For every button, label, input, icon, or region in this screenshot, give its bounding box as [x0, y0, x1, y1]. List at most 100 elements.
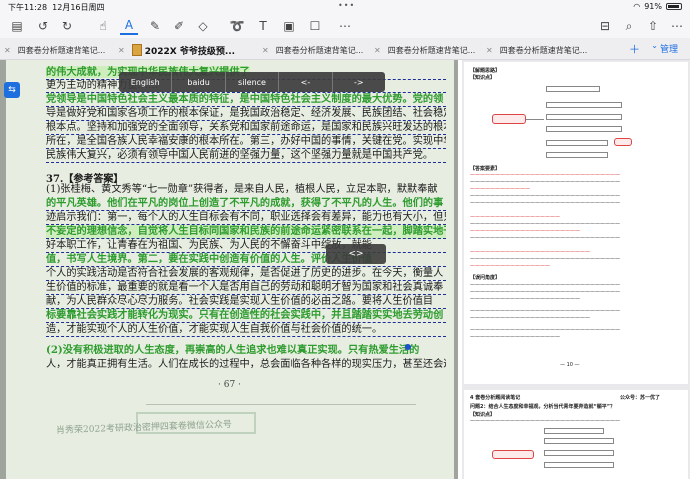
doc-line: 所在，是全国各族人民幸福安康的根本所在。第三，办好中国的事情，关键在党。实现中华 [46, 136, 446, 149]
left-document-pane[interactable]: 的伟大成就，为实现中华民族伟大复兴提供了 更为主动的精神力量…… 党领导是中国特… [0, 60, 458, 479]
right-page-bottom[interactable]: 4 套卷分析题阅读笔记 公众号：苏一优了 问题2：结合人生态度和幸福观，分析当代青… [464, 390, 688, 479]
close-icon[interactable]: ✕ [374, 46, 381, 55]
search-icon[interactable]: ⌕ [620, 17, 638, 35]
undo-icon[interactable]: ↺ [34, 17, 52, 35]
right-text-line: —————————————————————————————— [470, 418, 620, 424]
answer-line: 值，书写人生境界。第二，要在实践中创造有价值的人生。评价人生价值 [46, 253, 446, 267]
mindmap-node [544, 428, 604, 434]
right-page-number: — 10 — [560, 362, 580, 368]
doc-line: 根本点。坚持和加强党的全面领导，关系党和国家前途命运，是国家和民族兴旺发达的根本 [46, 122, 446, 135]
mindmap-node [544, 462, 614, 468]
manage-tabs-button[interactable]: 管理 [660, 42, 678, 55]
popup-silence-button[interactable]: silence [226, 72, 280, 92]
tab-2-active[interactable]: ✕ 2022X 爷爷技级预... [118, 42, 235, 58]
right-text-line: —————————————————————————————— [470, 235, 620, 241]
translate-icon[interactable]: ⇆ [4, 82, 20, 98]
popup-prev-button[interactable]: <- [279, 72, 333, 92]
doc-line: 党领导是中国特色社会主义最本质的特征，是中国特色社会主义制度的最大优势。党的领 [46, 93, 446, 107]
answer-line: 标要靠社会实践才能转化为现实。只有在创造性的社会实践中，并且踏踏实实地去劳动创 [46, 309, 446, 323]
pdf-page[interactable]: 的伟大成就，为实现中华民族伟大复兴提供了 更为主动的精神力量…… 党领导是中国特… [6, 60, 454, 479]
chevron-down-icon[interactable]: ⌄ [651, 41, 658, 50]
right-text-line: —————————————————————————————— [470, 193, 620, 199]
mindmap-node [546, 102, 622, 108]
right-knowledge-title: 【知识点】 [470, 75, 496, 81]
doc-line: 民族伟大复兴，必须有领导中国人民前进的坚强力量，这个坚强力量就是中国共产党。 [46, 149, 446, 163]
status-bar: 下午11:28 12月16日周四 ••• ◠ 91% [0, 0, 690, 14]
right-bottom-question: 问题2：结合人生态度和幸福观，分析当代青年要弃造就“躺平”？ [470, 404, 616, 410]
mindmap-node [544, 438, 614, 444]
answer-line: 个人的实践活动是否符合社会发展的客观规律，是否促进了历史的进步。在今天，衡量人 [46, 267, 446, 281]
answer-line: (2)没有积极进取的人生态度，再崇高的人生追求也难以真正实现。只有热爱生活的 [46, 344, 420, 356]
popup-english-button[interactable]: English [119, 72, 173, 92]
mindmap-root-node [492, 114, 526, 124]
popup-next-button[interactable]: -> [333, 72, 385, 92]
document-tabs: ✕ 四套卷分析题速背笔记... ✕ 2022X 爷爷技级预... ✕ 四套卷分析题速背… [0, 38, 690, 60]
textbox-icon[interactable]: T [254, 17, 272, 35]
bookmark-icon[interactable]: ⊟ [596, 17, 614, 35]
pen-icon[interactable]: ✎ [146, 17, 164, 35]
page-divider [146, 404, 416, 405]
right-page-top[interactable]: 【解题思路】 【知识点】 【答案要素】 ————————————————————… [464, 62, 688, 384]
tab-3[interactable]: ✕ 四套卷分析题速背笔记... [262, 42, 363, 58]
eraser-icon[interactable]: ◇ [194, 17, 212, 35]
shape-icon[interactable]: ☐ [306, 17, 324, 35]
status-right: ◠ 91% [633, 2, 682, 11]
right-text-line: —————————————————— [470, 334, 560, 340]
battery-icon [666, 3, 682, 10]
tab-5[interactable]: ✕ 四套卷分析题速背笔记... [486, 42, 587, 58]
annotation-toolbar: ▤ ↺ ↻ ☝ A ✎ ✐ ◇ ➰ T ▣ ☐ ⋯ ⊟ ⌕ ⇧ ⋯ [0, 14, 690, 38]
right-document-pane[interactable]: 【解题思路】 【知识点】 【答案要素】 ————————————————————… [462, 60, 690, 479]
text-tool-icon[interactable]: A [120, 17, 138, 35]
answer-line: 生价值的标准，最重要的就是看一个人是否用自己的劳动和聪明才智为国家和社会真诚奉 [46, 281, 446, 295]
share-icon[interactable]: ⇧ [644, 17, 662, 35]
lasso-icon[interactable]: ➰ [228, 17, 246, 35]
mindmap-node [546, 114, 622, 120]
more-menu-icon[interactable]: ⋯ [668, 17, 686, 35]
selection-handle[interactable] [405, 344, 411, 350]
right-text-line: —————————————————————————————— [470, 308, 620, 314]
answer-line: (1)张桂梅、黄文秀等“七一勋章”获得者，是来自人民，植根人民，立足本职，默默奉… [46, 184, 438, 195]
mindmap-node [544, 450, 614, 456]
close-icon[interactable]: ✕ [262, 46, 269, 55]
highlighter-icon[interactable]: ✐ [170, 17, 188, 35]
right-text-line: —————————————————————————————— [470, 172, 620, 178]
multitask-dots[interactable]: ••• [338, 1, 355, 10]
answer-line: 好本职工作，让青春在为祖国、为民族、为人民的不懈奋斗中绽放，就能 [46, 239, 446, 253]
right-text-line: —————————————————————————————— [470, 289, 620, 295]
right-text-line: —————————————————————————————— [470, 282, 620, 288]
popup-baidu-button[interactable]: baidu [172, 72, 226, 92]
redo-icon[interactable]: ↻ [58, 17, 76, 35]
code-toggle-button[interactable]: <> [326, 244, 386, 264]
right-bottom-knowledge: 【知识点】 [470, 412, 496, 418]
battery-percent: 91% [644, 2, 662, 11]
more-icon[interactable]: ⋯ [336, 17, 354, 35]
right-text-line: —————————————————————————————— [470, 256, 620, 262]
mindmap-node [546, 86, 600, 92]
right-text-line: —————————————————————————————— [470, 179, 620, 185]
right-text-line: ———————————————— [470, 263, 550, 269]
answer-line: 迹启示我们：第一，每个人的人生目标会有不同，职业选择会有差异，能力也有大小，但只… [46, 212, 446, 225]
translate-popup: English baidu silence <- -> [119, 72, 385, 92]
right-text-line: ———————————————————————— [470, 249, 590, 255]
image-icon[interactable]: ▣ [280, 17, 298, 35]
answer-line: 献，为人民群众尽心尽力服务。社会实践是实现人生价值的必由之路。要将人生价值目 [46, 295, 446, 309]
mindmap-link [526, 119, 544, 120]
doc-line: 导是做好党和国家各项工作的根本保证，是我国政治稳定、经济发展、民族团结、社会稳定… [46, 108, 446, 121]
right-text-line: —————————————————————— [470, 296, 580, 302]
close-icon[interactable]: ✕ [118, 46, 125, 55]
mindmap-node [546, 140, 608, 146]
sidebar-icon[interactable]: ▤ [8, 17, 26, 35]
close-icon[interactable]: ✕ [486, 46, 493, 55]
tab-1[interactable]: ✕ 四套卷分析题速背笔记... [4, 42, 105, 58]
right-bottom-header: 4 套卷分析题阅读笔记 公众号：苏一优了 [470, 395, 661, 401]
tab-4[interactable]: ✕ 四套卷分析题速背笔记... [374, 42, 475, 58]
answer-line: 不妄定的理想信念，自觉将人生目标同国家和民族的前途命运紧密联系在一起，脚踏实地干 [46, 225, 446, 239]
right-text-line: —————————————————————————————— [470, 221, 620, 227]
mindmap-highlight-node [614, 138, 632, 146]
pointer-icon[interactable]: ☝ [94, 17, 112, 35]
close-icon[interactable]: ✕ [4, 46, 11, 55]
add-tab-icon[interactable]: ＋ [629, 41, 640, 57]
answer-line: 的平凡英雄。他们在平凡的岗位上创造了不平凡的成就，获得了不平凡的人生。他们的事 [46, 197, 446, 211]
right-text-line: —————————————————————————————— [470, 327, 620, 333]
right-header: 【解题思路】 [470, 68, 501, 74]
